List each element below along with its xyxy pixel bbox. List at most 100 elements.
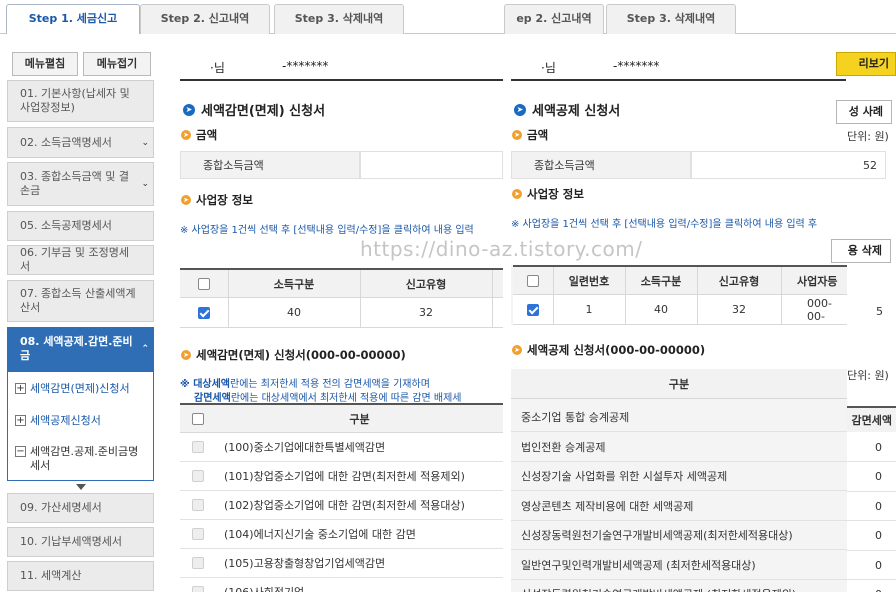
amount-heading: ➤ 금액	[512, 127, 548, 143]
table-cell: 32	[697, 295, 781, 325]
divider	[553, 267, 554, 325]
arrow-down-icon	[76, 484, 86, 490]
amount-cell: 0	[847, 492, 896, 521]
sidebar-item-06[interactable]: 06. 기부금 및 조정명세서	[7, 245, 154, 275]
list-item[interactable]: 신성장동력원천기술연구개발비세액공제 (최저한세적용제외)	[511, 580, 847, 592]
list-item[interactable]: 영상콘텐츠 제작비용에 대한 세액공제	[511, 491, 847, 521]
list-item[interactable]: (105)고용창출형창업기업세액감면	[180, 549, 503, 578]
row-checkbox[interactable]	[192, 441, 204, 453]
list-item-label: 영상콘텐츠 제작비용에 대한 세액공제	[521, 499, 694, 513]
sidebar-item-label: 03. 종합소득금액 및 결손금	[20, 170, 129, 197]
masked-id: -*******	[613, 59, 660, 73]
total-income-label: 종합소득금액	[180, 151, 360, 179]
list-item-label: (100)중소기업에대한특별세액감면	[224, 441, 386, 454]
list-item-label: (105)고용창출형창업기업세액감면	[224, 557, 386, 570]
list-item[interactable]: (104)에너지신기술 중소기업에 대한 감면	[180, 520, 503, 549]
list-item-label: (106)사회적기업...	[216, 584, 315, 592]
preview-button[interactable]: 리보기	[836, 52, 896, 76]
list-item-label: (104)에너지신기술 중소기업에 대한 감면	[224, 528, 416, 541]
column-header: 신고유형	[697, 265, 781, 295]
sidebar-item-10[interactable]: 10. 기납부세액명세서	[7, 527, 154, 557]
delete-button[interactable]: 용 삭제	[831, 239, 891, 263]
list-item-label: 중소기업 통합 승계공제	[521, 411, 630, 424]
divider	[781, 267, 782, 325]
table-cell: 40	[625, 295, 697, 325]
submenu-item-tax-reduction[interactable]: + 세액감면(면제)신청서	[15, 382, 130, 396]
chevron-down-icon: ⌄	[141, 179, 149, 189]
list-item[interactable]: (102)창업중소기업에 대한 감면(최저한세 적용대상)	[180, 491, 503, 520]
sidebar-item-label: 01. 기본사항(납세자 및 사업장정보)	[20, 87, 130, 114]
row-checkbox[interactable]	[527, 303, 539, 316]
list-item[interactable]: 중소기업 통합 승계공제	[511, 403, 847, 432]
amount-cell: 0	[847, 522, 896, 551]
table-cell: 1	[553, 295, 625, 325]
sidebar-item-05[interactable]: 05. 소득공제명세서	[7, 211, 154, 241]
row-checkbox-cell	[180, 557, 216, 569]
submenu-label: 세액감면.공제.준비금명세서	[30, 445, 139, 472]
sidebar-item-07[interactable]: 07. 종합소득 산출세액계산서	[7, 280, 154, 322]
table-row-checkbox	[180, 298, 228, 328]
sidebar-item-01[interactable]: 01. 기본사항(납세자 및 사업장정보)	[7, 80, 154, 122]
submenu-item-tax-credit[interactable]: + 세액공제신청서	[15, 414, 101, 428]
submenu-item-reduction-statement[interactable]: − 세액감면.공제.준비금명세서	[15, 445, 145, 473]
list-item[interactable]: (101)창업중소기업에 대한 감면(최저한세 적용제외)	[180, 462, 503, 491]
row-checkbox[interactable]	[192, 470, 204, 482]
sidebar-item-label: 02. 소득금액명세서	[20, 135, 112, 149]
sidebar-item-02[interactable]: 02. 소득금액명세서 ⌄	[7, 127, 154, 158]
sidebar-item-label: 06. 기부금 및 조정명세서	[20, 246, 129, 273]
amount-cell: 0	[847, 463, 896, 492]
list-item[interactable]: 일반연구및인력개발비세액공제 (최저한세적용대상)	[511, 550, 847, 580]
select-all-checkbox[interactable]	[192, 412, 204, 425]
select-all-checkbox[interactable]	[527, 274, 539, 287]
list-item-label: 법인전환 승계공제	[521, 440, 606, 454]
list-item-label: (102)창업중소기업에 대한 감면(최저한세 적용대상)	[224, 499, 465, 512]
column-header: 구분	[216, 403, 503, 433]
column-header: 일련번호	[553, 265, 625, 295]
page-title: ➤ 세액공제 신청서	[514, 100, 620, 119]
row-checkbox[interactable]	[192, 499, 204, 511]
sidebar-item-label: 11. 세액계산	[20, 569, 82, 582]
amount-cell: 0	[847, 581, 896, 592]
table-cell: 000-00-	[781, 295, 847, 325]
sidebar-item-08[interactable]: 08. 세액공제.감면.준비금 ⌃	[7, 327, 154, 371]
sidebar-item-03[interactable]: 03. 종합소득금액 및 결손금 ⌄	[7, 162, 154, 206]
row-checkbox[interactable]	[192, 586, 204, 592]
sidebar-submenu: + 세액감면(면제)신청서 + 세액공제신청서 − 세액감면.공제.준비금명세서	[7, 371, 154, 481]
submenu-label: 세액감면(면제)신청서	[30, 382, 130, 395]
list-item[interactable]: 법인전환 승계공제	[511, 432, 847, 462]
sidebar-item-09[interactable]: 09. 가산세명세서	[7, 493, 154, 523]
sidebar-item-label: 07. 종합소득 산출세액계산서	[20, 287, 136, 314]
column-header: 신고유형	[360, 268, 492, 298]
tab-step3[interactable]: Step 3. 삭제내역	[274, 4, 404, 34]
list-item[interactable]: (106)사회적기업...	[180, 578, 503, 592]
biz-info-heading: ➤ 사업장 정보	[181, 192, 253, 208]
row-checkbox[interactable]	[192, 557, 204, 569]
divider	[511, 79, 846, 81]
tab-step1[interactable]: Step 1. 세금신고	[6, 4, 140, 34]
menu-collapse-button[interactable]: 메뉴접기	[83, 52, 151, 76]
tab-step3-overlay[interactable]: Step 3. 삭제내역	[606, 4, 736, 34]
row-checkbox[interactable]	[192, 528, 204, 540]
row-checkbox-cell	[180, 528, 216, 540]
list-item-label: 신성장기술 사업화를 위한 시설투자 세액공제	[521, 470, 728, 483]
tab-step2-overlay[interactable]: ep 2. 신고내역	[504, 4, 604, 34]
menu-expand-button[interactable]: 메뉴펼침	[12, 52, 78, 76]
arrow-right-icon: ➤	[181, 195, 191, 205]
list-item[interactable]: 신성장동력원천기술연구개발비세액공제(최저한세적용대상)	[511, 521, 847, 550]
tab-step2[interactable]: Step 2. 신고내역	[140, 4, 270, 34]
list-item[interactable]: (100)중소기업에대한특별세액감면	[180, 433, 503, 462]
sidebar-item-11[interactable]: 11. 세액계산	[7, 561, 154, 591]
divider	[492, 270, 493, 328]
row-checkbox[interactable]	[198, 306, 210, 319]
table-cell	[492, 298, 503, 328]
example-button[interactable]: 성 사례	[836, 100, 892, 124]
user-name: ·님	[210, 61, 225, 75]
column-header: 소득구분	[625, 265, 697, 295]
amount-cell: 0	[847, 433, 896, 462]
select-all-header	[180, 403, 216, 433]
select-all-checkbox[interactable]	[198, 277, 210, 290]
column-header: 사업자등	[781, 265, 847, 295]
list-item[interactable]: 신성장기술 사업화를 위한 시설투자 세액공제	[511, 462, 847, 491]
form-heading: ➤ 세액감면(면제) 신청서(000-00-00000)	[181, 347, 406, 363]
masked-id: -*******	[282, 59, 329, 73]
